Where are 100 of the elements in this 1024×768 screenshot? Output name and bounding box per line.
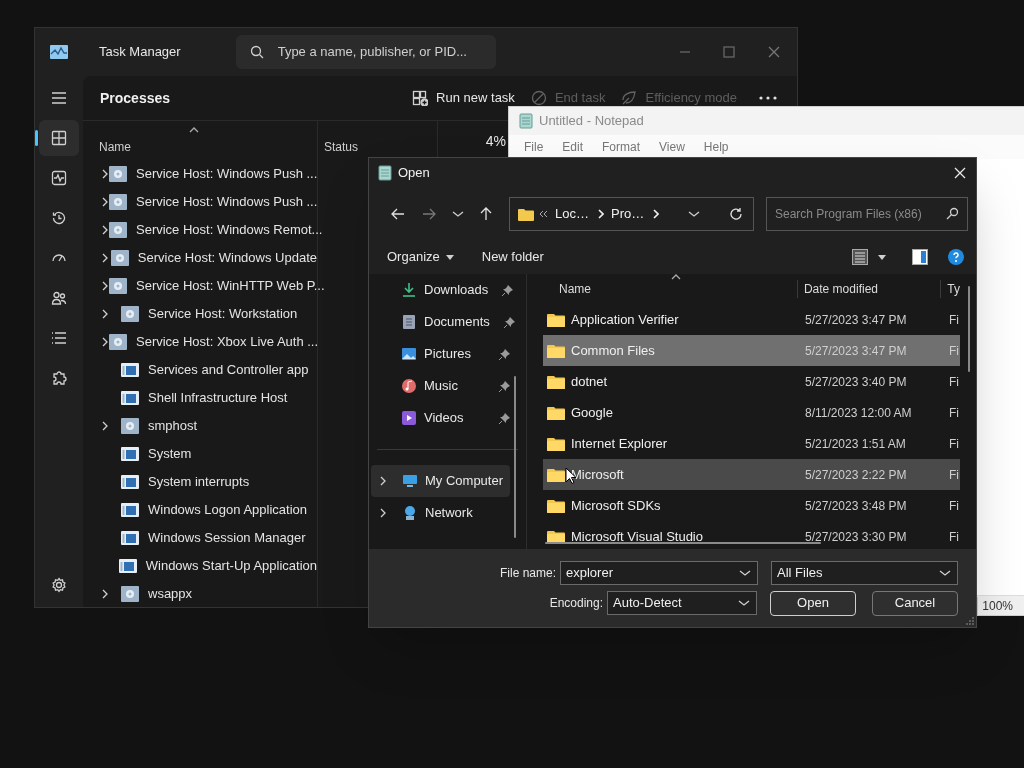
search-field[interactable]: Search Program Files (x86) [766, 197, 968, 231]
chevron-icon[interactable] [653, 209, 660, 219]
file-row[interactable]: Google 8/11/2023 12:00 AM Fi [543, 397, 960, 428]
process-name[interactable]: Service Host: Windows Push ... [136, 164, 318, 184]
process-name[interactable]: smphost [148, 416, 198, 436]
window-icon [121, 446, 139, 462]
process-name[interactable]: Windows Start-Up Application [145, 556, 317, 576]
expand-icon[interactable] [101, 253, 109, 263]
expand-icon[interactable] [101, 225, 109, 235]
file-type: Fi [949, 497, 959, 515]
nav-item[interactable]: My Computer [371, 465, 510, 497]
chevron-icon[interactable] [597, 209, 604, 219]
search-icon[interactable] [945, 207, 959, 221]
nav-item[interactable]: Videos [369, 402, 526, 434]
nav-item[interactable]: Pictures [369, 338, 526, 370]
encoding-dropdown[interactable]: Auto-Detect [607, 591, 757, 615]
settings-icon[interactable] [51, 577, 67, 593]
monitor-icon [402, 473, 418, 489]
menu-item[interactable]: View [650, 138, 694, 156]
breadcrumb-item[interactable]: Pro… [610, 204, 645, 224]
process-name[interactable]: Service Host: Xbox Live Auth ... [136, 332, 319, 352]
file-type: Fi [949, 311, 959, 329]
process-name[interactable]: Service Host: WinHTTP Web P... [136, 276, 325, 296]
expand-icon[interactable] [101, 337, 109, 347]
column-header[interactable]: Status [324, 138, 359, 156]
breadcrumb-item[interactable]: Loc… [555, 204, 589, 224]
file-type-dropdown[interactable]: All Files [771, 560, 958, 585]
expand-icon[interactable] [379, 508, 387, 518]
process-name[interactable]: System [148, 444, 192, 464]
blocked-icon [530, 90, 547, 106]
file-type: Fi [949, 528, 959, 544]
folder-icon [547, 436, 565, 451]
file-row[interactable]: dotnet 5/27/2023 3:40 PM Fi [543, 366, 960, 397]
menu-item[interactable]: Format [593, 138, 650, 156]
file-row[interactable]: Application Verifier 5/27/2023 3:47 PM Fi [543, 304, 960, 335]
more-icon[interactable] [759, 96, 777, 100]
view-icon[interactable] [852, 249, 868, 265]
folder-icon [547, 374, 565, 389]
new-folder-button[interactable]: New folder [473, 243, 552, 271]
open-button[interactable]: Open [770, 590, 856, 616]
file-row[interactable]: Internet Explorer 5/21/2023 1:51 AM Fi [543, 428, 960, 459]
nav-item[interactable]: Documents [369, 306, 526, 338]
menu-item[interactable]: Help [694, 138, 738, 156]
process-name[interactable]: Shell Infrastructure Host [148, 388, 288, 408]
process-name[interactable]: Windows Logon Application [148, 500, 307, 520]
file-row[interactable]: Microsoft 5/27/2023 2:22 PM Fi [543, 459, 960, 490]
field-label: Encoding: [549, 595, 603, 612]
dropdown-icon[interactable] [688, 210, 700, 218]
expand-icon[interactable] [101, 169, 109, 179]
help-icon[interactable] [948, 249, 964, 265]
sort-icon [189, 127, 199, 133]
nav-item[interactable]: Music [369, 370, 526, 402]
column-header[interactable]: Name [543, 280, 798, 298]
caret-icon[interactable] [878, 254, 886, 260]
toolbar-button[interactable]: Run new task [404, 87, 523, 109]
process-name[interactable]: Windows Session Manager [148, 528, 306, 548]
file-row[interactable]: Microsoft Visual Studio 5/27/2023 3:30 PM Fi [543, 521, 960, 544]
address-bar[interactable]: Loc… Pro… [509, 197, 754, 231]
column-header[interactable]: Ty [941, 280, 960, 298]
organize-button[interactable]: Organize [379, 243, 462, 271]
resize-grip-icon[interactable] [966, 617, 974, 625]
nav-item[interactable]: Network [371, 497, 510, 529]
process-name[interactable]: Service Host: Workstation [148, 304, 298, 324]
column-header[interactable]: 4% [485, 131, 506, 152]
column-header[interactable]: Name [99, 138, 131, 156]
expand-icon[interactable] [101, 309, 109, 319]
folder-icon [547, 312, 565, 327]
window-icon [121, 474, 139, 490]
search-field[interactable]: Type a name, publisher, or PID... [235, 35, 496, 69]
file-name-field[interactable]: explorer [560, 560, 758, 585]
file-date: 5/27/2023 3:47 PM [805, 311, 908, 329]
menu-item[interactable]: File [515, 138, 553, 156]
file-name: dotnet [571, 372, 609, 391]
expand-icon[interactable] [379, 476, 387, 486]
process-name[interactable]: Service Host: Windows Update [137, 248, 317, 268]
cancel-button[interactable]: Cancel [872, 590, 958, 616]
refresh-icon[interactable] [729, 207, 743, 221]
process-name[interactable]: wsappx [148, 584, 193, 604]
expand-icon[interactable] [101, 281, 109, 291]
expand-icon[interactable] [101, 589, 109, 599]
process-name[interactable]: Service Host: Windows Remot... [136, 220, 323, 240]
page-title: Processes [100, 88, 171, 108]
close-icon[interactable] [954, 167, 966, 179]
file-type: Fi [949, 435, 959, 453]
expand-icon[interactable] [101, 421, 109, 431]
file-row[interactable]: Microsoft SDKs 5/27/2023 3:48 PM Fi [543, 490, 960, 521]
column-header[interactable]: Date modified [797, 280, 942, 298]
expand-icon[interactable] [101, 197, 109, 207]
overflow-icon[interactable] [539, 210, 548, 218]
nav-item[interactable]: Downloads [369, 274, 526, 306]
notepad-icon [519, 113, 533, 129]
preview-pane-icon[interactable] [912, 249, 928, 265]
process-name[interactable]: Services and Controller app [148, 360, 309, 380]
window-icon [118, 558, 137, 574]
menu-item[interactable]: Edit [553, 138, 593, 156]
process-name[interactable]: System interrupts [148, 472, 250, 492]
process-name[interactable]: Service Host: Windows Push ... [136, 192, 318, 212]
picture-icon [401, 346, 417, 362]
file-row[interactable]: Common Files 5/27/2023 3:47 PM Fi [543, 335, 960, 366]
file-name: Microsoft SDKs [571, 496, 662, 515]
